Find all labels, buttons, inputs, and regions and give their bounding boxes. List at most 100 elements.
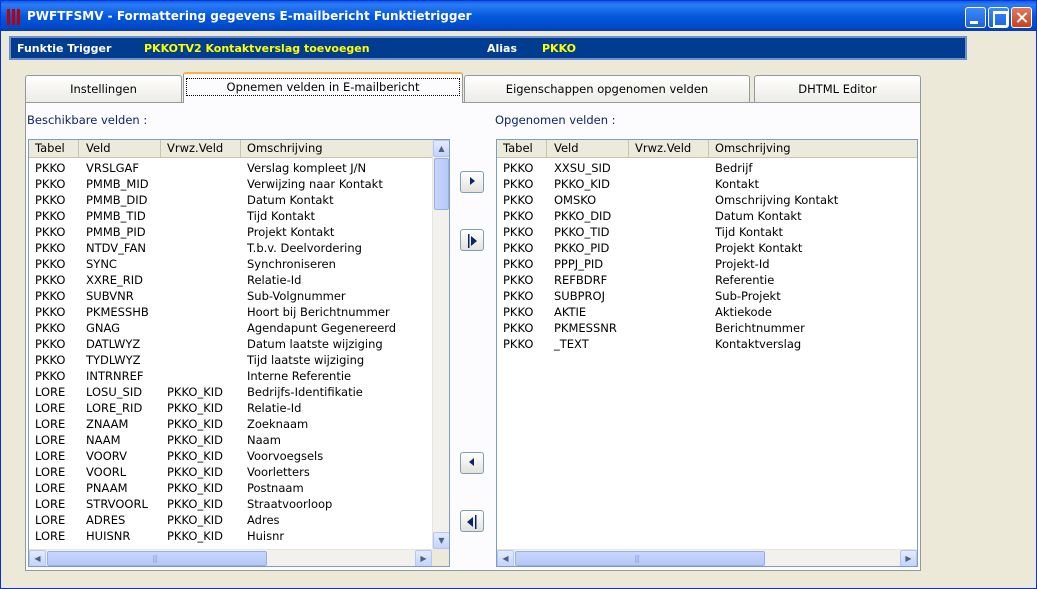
list-item[interactable]: PKKO _TEXT Kontaktverslag (497, 336, 917, 352)
scroll-thumb[interactable] (434, 158, 449, 210)
column-header-tabel[interactable]: Tabel (497, 140, 547, 157)
column-header-tabel[interactable]: Tabel (29, 140, 79, 157)
cell-tabel: LORE (35, 481, 66, 495)
minimize-button[interactable] (965, 7, 986, 28)
cell-omschrijving: Postnaam (247, 481, 304, 495)
list-item[interactable]: PKKO PKKO_DID Datum Kontakt (497, 208, 917, 224)
column-header-omschrijving[interactable]: Omschrijving (709, 140, 917, 157)
tab-eigenschappen[interactable]: Eigenschappen opgenomen velden (464, 75, 750, 103)
column-header-vrwz-veld[interactable]: Vrwz.Veld (161, 140, 241, 157)
column-header-omschrijving[interactable]: Omschrijving (241, 140, 433, 157)
list-item[interactable]: PKKO OMSKO Omschrijving Kontakt (497, 192, 917, 208)
list-item[interactable]: PKKO PMMB_DID Datum Kontakt (29, 192, 449, 208)
list-item[interactable]: PKKO NTDV_FAN T.b.v. Deelvordering (29, 240, 449, 256)
alias-label: Alias (487, 42, 518, 55)
available-horizontal-scrollbar[interactable]: ◀ ||| ▶ (29, 549, 432, 566)
list-item[interactable]: PKKO PMMB_MID Verwijzing naar Kontakt (29, 176, 449, 192)
cell-omschrijving: Verslag kompleet J/N (247, 161, 367, 175)
list-item[interactable]: PKKO SUBPROJ Sub-Projekt (497, 288, 917, 304)
cell-tabel: PKKO (503, 209, 534, 223)
cell-veld: PKMESSNR (554, 321, 617, 335)
list-item[interactable]: PKKO DATLWYZ Datum laatste wijziging (29, 336, 449, 352)
cell-omschrijving: Relatie-Id (247, 273, 302, 287)
column-header-veld[interactable]: Veld (80, 140, 161, 157)
h-scroll-thumb[interactable]: ||| (515, 551, 765, 566)
list-item[interactable]: PKKO VRSLGAF Verslag kompleet J/N (29, 160, 449, 176)
list-item[interactable]: PKKO TYDLWYZ Tijd laatste wijziging (29, 352, 449, 368)
selected-horizontal-scrollbar[interactable]: ◀ ||| ▶ (497, 549, 917, 566)
list-item[interactable]: LORE STRVOORL PKKO_KID Straatvoorloop (29, 496, 449, 512)
h-scroll-thumb[interactable]: ||| (47, 551, 267, 566)
cell-tabel: LORE (35, 465, 66, 479)
list-item[interactable]: PKKO PKMESSHB Hoort bij Berichtnummer (29, 304, 449, 320)
scroll-right-icon[interactable]: ▶ (415, 550, 432, 566)
cell-omschrijving: Relatie-Id (247, 401, 302, 415)
cell-veld: XXSU_SID (554, 161, 611, 175)
app-icon[interactable] (7, 9, 21, 25)
list-item[interactable]: PKKO PKKO_TID Tijd Kontakt (497, 224, 917, 240)
move-right-button[interactable] (460, 171, 484, 193)
cell-omschrijving: Omschrijving Kontakt (715, 193, 839, 207)
tab-instellingen[interactable]: Instellingen (25, 75, 182, 103)
list-item[interactable]: LORE LOSU_SID PKKO_KID Bedrijfs-Identifikat… (29, 384, 449, 400)
list-item[interactable]: PKKO AKTIE Aktiekode (497, 304, 917, 320)
cell-tabel: PKKO (35, 369, 66, 383)
info-bar: Funktie Trigger PKKOTV2 Kontaktverslag t… (9, 36, 967, 60)
selected-list-body: PKKO XXSU_SID Bedrijf PKKO PKKO_KID Kontakt PK… (497, 160, 917, 549)
maximize-button[interactable] (988, 7, 1009, 28)
list-item[interactable]: PKKO XXSU_SID Bedrijf (497, 160, 917, 176)
cell-omschrijving: Tijd Kontakt (247, 209, 316, 223)
move-all-left-button[interactable] (460, 510, 484, 532)
list-item[interactable]: PKKO SYNC Synchroniseren (29, 256, 449, 272)
cell-omschrijving: T.b.v. Deelvordering (247, 241, 362, 255)
list-item[interactable]: PKKO PKKO_KID Kontakt (497, 176, 917, 192)
scroll-up-icon[interactable]: ▲ (433, 140, 449, 157)
list-item[interactable]: LORE HUISNR PKKO_KID Huisnr (29, 528, 449, 544)
list-item[interactable]: LORE ADRES PKKO_KID Adres (29, 512, 449, 528)
list-item[interactable]: PKKO PKMESSNR Berichtnummer (497, 320, 917, 336)
list-item[interactable]: LORE NAAM PKKO_KID Naam (29, 432, 449, 448)
cell-vrwz-veld: PKKO_KID (167, 481, 223, 495)
cell-veld: HUISNR (86, 529, 131, 543)
cell-veld: PKKO_PID (554, 241, 610, 255)
list-item[interactable]: PKKO PKKO_PID Projekt Kontakt (497, 240, 917, 256)
list-item[interactable]: PKKO GNAG Agendapunt Gegenereerd (29, 320, 449, 336)
tab-opnemen-velden[interactable]: Opnemen velden in E-mailbericht (183, 72, 463, 103)
list-item[interactable]: PKKO PMMB_PID Projekt Kontakt (29, 224, 449, 240)
list-item[interactable]: LORE VOORV PKKO_KID Voorvoegsels (29, 448, 449, 464)
cell-tabel: PKKO (503, 257, 534, 271)
scroll-left-icon[interactable]: ◀ (29, 550, 46, 566)
column-header-vrwz-veld[interactable]: Vrwz.Veld (629, 140, 709, 157)
column-header-veld[interactable]: Veld (548, 140, 629, 157)
triangle-left-icon (469, 458, 474, 466)
list-item[interactable]: PKKO XXRE_RID Relatie-Id (29, 272, 449, 288)
cell-vrwz-veld: PKKO_KID (167, 529, 223, 543)
list-item[interactable]: LORE VOORL PKKO_KID Voorletters (29, 464, 449, 480)
cell-tabel: PKKO (503, 273, 534, 287)
cell-tabel: LORE (35, 529, 66, 543)
move-left-button[interactable] (460, 452, 484, 474)
available-vertical-scrollbar[interactable]: ▲ ▼ (432, 140, 449, 549)
scroll-right-icon[interactable]: ▶ (900, 550, 917, 566)
cell-tabel: LORE (35, 417, 66, 431)
list-item[interactable]: LORE ZNAAM PKKO_KID Zoeknaam (29, 416, 449, 432)
list-item[interactable]: PKKO PPPJ_PID Projekt-Id (497, 256, 917, 272)
tab-panel: Beschikbare velden : Opgenomen velden : … (25, 102, 921, 571)
scroll-left-icon[interactable]: ◀ (497, 550, 514, 566)
title-bar[interactable]: PWFTFSMV - Formattering gegevens E-mailb… (1, 1, 1036, 31)
list-item[interactable]: PKKO REFBDRF Referentie (497, 272, 917, 288)
move-all-right-button[interactable] (460, 229, 484, 251)
list-item[interactable]: PKKO INTRNREF Interne Referentie (29, 368, 449, 384)
cell-omschrijving: Agendapunt Gegenereerd (247, 321, 397, 335)
list-item[interactable]: LORE PNAAM PKKO_KID Postnaam (29, 480, 449, 496)
tab-dhtml-editor[interactable]: DHTML Editor (754, 75, 921, 103)
cell-omschrijving: Berichtnummer (715, 321, 805, 335)
list-item[interactable]: PKKO SUBVNR Sub-Volgnummer (29, 288, 449, 304)
available-fields-list[interactable]: Tabel Veld Vrwz.Veld Omschrijving PKKO VR… (28, 139, 450, 567)
list-item[interactable]: LORE LORE_RID PKKO_KID Relatie-Id (29, 400, 449, 416)
list-item[interactable]: PKKO PMMB_TID Tijd Kontakt (29, 208, 449, 224)
close-button[interactable] (1011, 7, 1032, 28)
selected-fields-list[interactable]: Tabel Veld Vrwz.Veld Omschrijving PKKO XX… (496, 139, 918, 567)
cell-veld: ADRES (86, 513, 126, 527)
scroll-down-icon[interactable]: ▼ (433, 532, 449, 549)
